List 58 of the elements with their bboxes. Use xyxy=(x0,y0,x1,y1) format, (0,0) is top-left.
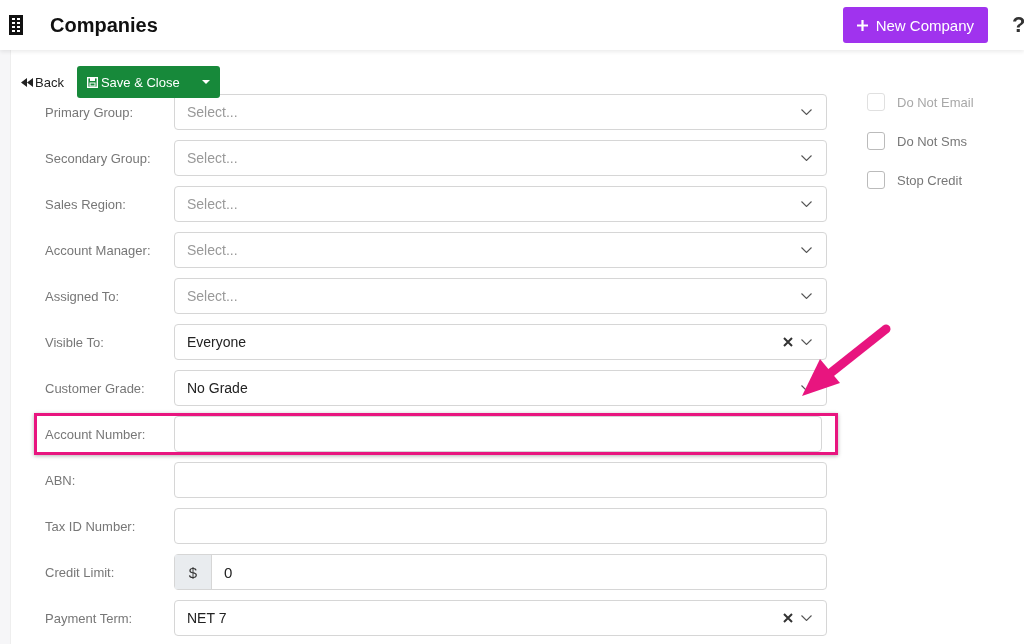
chevron-down-icon xyxy=(801,247,812,253)
select-field[interactable]: Select... xyxy=(174,94,827,130)
chevron-down-icon xyxy=(801,293,812,299)
field-label: Credit Limit: xyxy=(44,564,116,580)
select-value: NET 7 xyxy=(187,610,228,626)
chevron-down-icon xyxy=(801,155,812,161)
text-input[interactable] xyxy=(174,416,822,452)
chevron-down-icon xyxy=(801,109,812,115)
currency-value: 0 xyxy=(223,562,233,583)
field-label: ABN: xyxy=(44,472,77,488)
select-field[interactable]: Select... xyxy=(174,186,827,222)
dropdown-toggle[interactable] xyxy=(191,66,220,98)
select-value: Everyone xyxy=(187,334,248,350)
field-label: Primary Group: xyxy=(44,104,135,120)
checkbox[interactable] xyxy=(867,132,885,150)
field-label: Visible To: xyxy=(44,334,105,350)
chevron-down-icon xyxy=(801,615,812,621)
back-button[interactable]: Back xyxy=(21,74,64,90)
select-field[interactable]: Everyone xyxy=(174,324,827,360)
field-label: Tax ID Number: xyxy=(44,518,137,534)
text-input[interactable] xyxy=(174,462,827,498)
checkbox[interactable] xyxy=(867,171,885,189)
select-placeholder: Select... xyxy=(187,150,239,166)
text-input[interactable] xyxy=(174,508,827,544)
new-company-button[interactable]: New Company xyxy=(842,7,988,43)
select-placeholder: Select... xyxy=(187,104,239,120)
field-label: Payment Term: xyxy=(44,610,134,626)
select-value: No Grade xyxy=(187,380,249,396)
select-field[interactable]: Select... xyxy=(174,232,827,268)
field-label: Assigned To: xyxy=(44,288,121,304)
select-field[interactable]: Select... xyxy=(174,278,827,314)
double-arrow-left-icon xyxy=(21,77,33,87)
select-field[interactable]: NET 7 xyxy=(174,600,827,636)
select-placeholder: Select... xyxy=(187,242,239,258)
page-title: Companies xyxy=(50,13,158,37)
caret-icon xyxy=(201,80,210,84)
checkbox-label: Do Not Email xyxy=(897,94,974,110)
field-label: Sales Region: xyxy=(44,196,127,212)
building-icon xyxy=(9,15,23,35)
clear-icon[interactable] xyxy=(783,613,793,623)
currency-prefix: $ xyxy=(175,555,212,589)
chevron-down-icon xyxy=(801,201,812,207)
select-field[interactable]: No Grade xyxy=(174,370,827,406)
checkbox-label: Stop Credit xyxy=(897,172,963,188)
select-placeholder: Select... xyxy=(187,196,239,212)
clear-icon[interactable] xyxy=(783,337,793,347)
field-label: Account Number: xyxy=(44,426,147,442)
help-button[interactable]: ? xyxy=(1012,12,1024,38)
field-label: Customer Grade: xyxy=(44,380,146,396)
chevron-down-icon xyxy=(801,339,812,345)
currency-input[interactable]: $ 0 xyxy=(174,554,827,590)
plus-icon xyxy=(856,19,868,31)
field-label: Account Manager: xyxy=(44,242,152,258)
select-field[interactable]: Select... xyxy=(174,140,827,176)
checkbox-label: Do Not Sms xyxy=(897,133,968,149)
save-close-button[interactable]: Save & Close xyxy=(76,66,192,98)
select-placeholder: Select... xyxy=(187,288,239,304)
field-label: Secondary Group: xyxy=(44,150,152,166)
